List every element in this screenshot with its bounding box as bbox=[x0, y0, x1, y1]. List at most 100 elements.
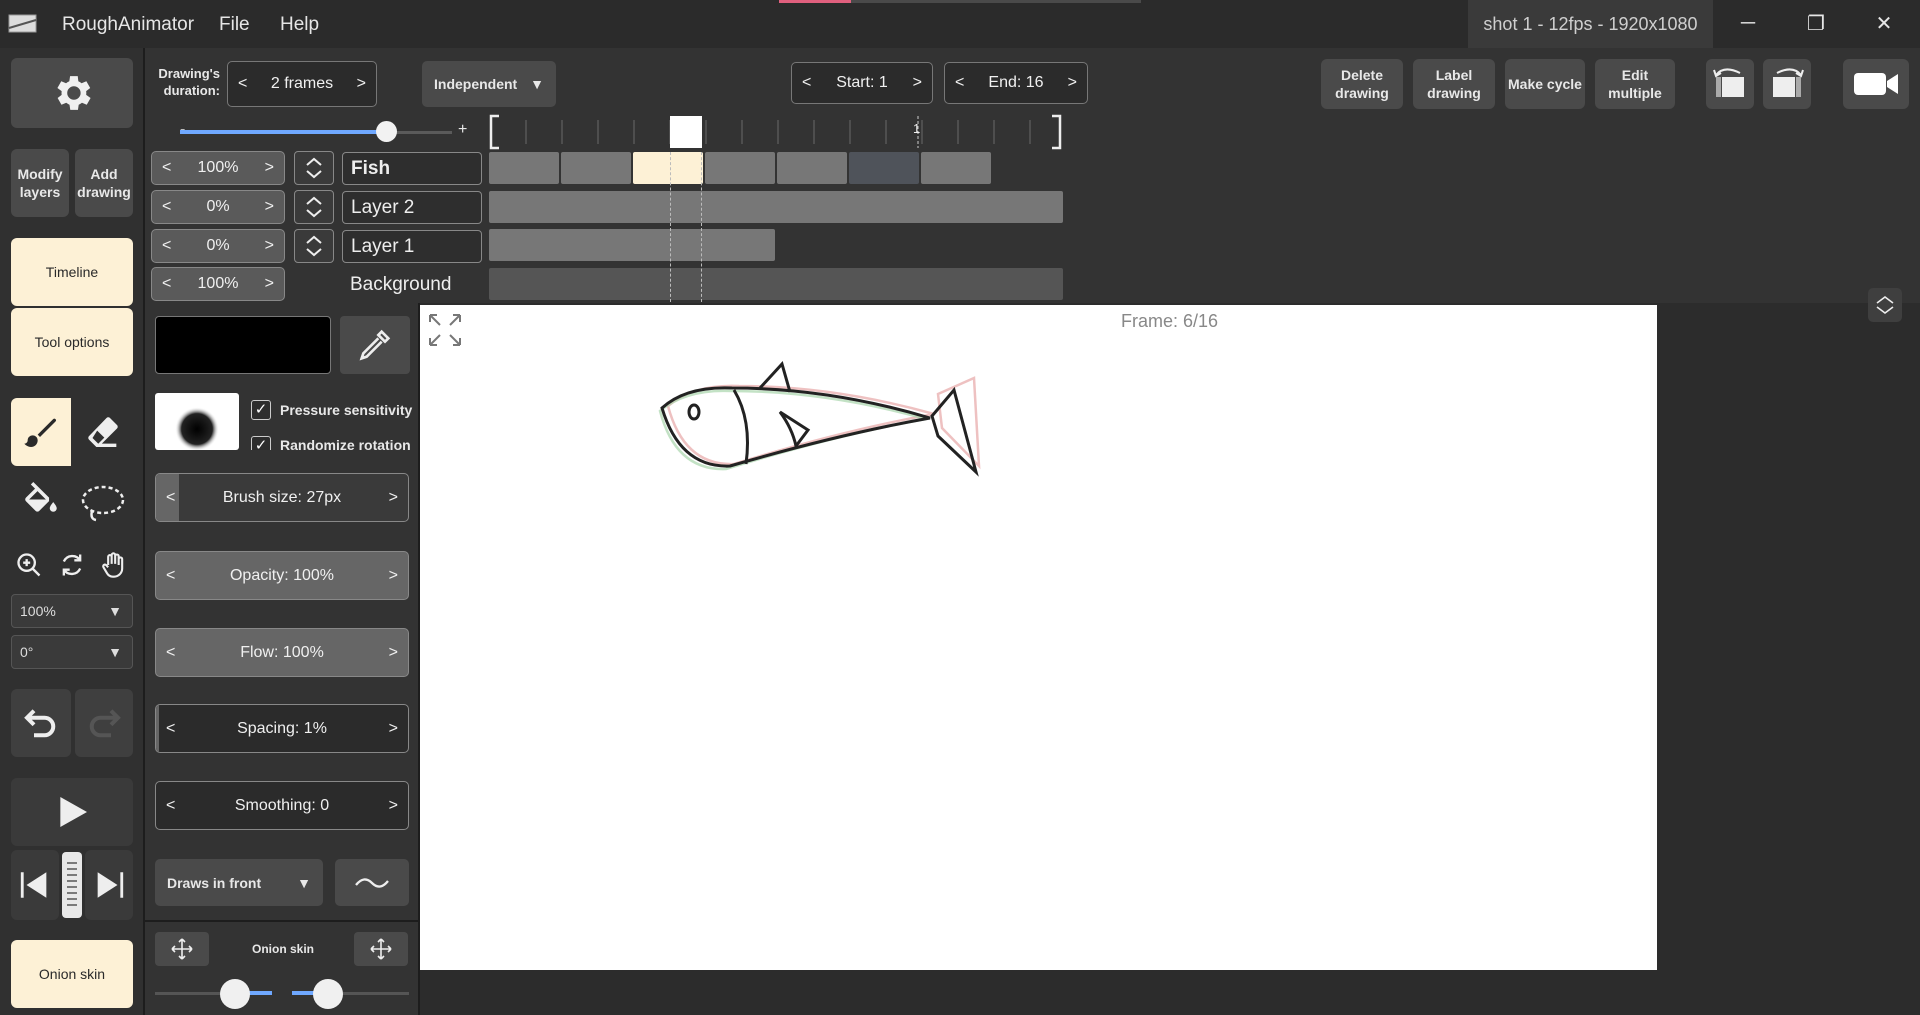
play-button[interactable] bbox=[11, 778, 133, 846]
end-stepper[interactable]: < End: 16 > bbox=[944, 62, 1088, 104]
duration-next[interactable]: > bbox=[357, 75, 366, 93]
maximize-button[interactable]: ❐ bbox=[1784, 0, 1848, 46]
pan-tool-button[interactable] bbox=[96, 543, 132, 587]
drawing-canvas[interactable] bbox=[420, 305, 1657, 970]
add-drawing-button[interactable]: Add drawing bbox=[75, 149, 133, 217]
duration-prev[interactable]: < bbox=[238, 75, 247, 93]
brush-size-prev[interactable]: < bbox=[166, 489, 175, 507]
close-button[interactable]: ✕ bbox=[1852, 0, 1916, 46]
duration-label: Drawing's duration: bbox=[158, 66, 220, 98]
label-drawing-button[interactable]: Label drawing bbox=[1413, 59, 1495, 109]
brush-tool-button[interactable] bbox=[11, 398, 71, 466]
prev-frame-button[interactable] bbox=[11, 850, 59, 920]
timeline-zoom-fill bbox=[180, 130, 386, 134]
end-prev[interactable]: < bbox=[955, 74, 964, 92]
zoom-tool-button[interactable] bbox=[11, 543, 47, 587]
layer-opacity-layer2[interactable]: <0% > bbox=[151, 190, 285, 224]
layer1-cell[interactable] bbox=[489, 229, 775, 261]
drawing-cell[interactable] bbox=[777, 152, 847, 184]
zoom-select[interactable]: 100% ▼ bbox=[11, 594, 133, 628]
eyedropper-button[interactable] bbox=[340, 316, 410, 374]
draw-order-select[interactable]: Draws in front ▼ bbox=[155, 859, 323, 906]
background-cell[interactable] bbox=[489, 268, 1063, 300]
layer2-cell[interactable] bbox=[489, 191, 1063, 223]
eraser-tool-button[interactable] bbox=[73, 398, 133, 466]
rotate-icon bbox=[62, 554, 82, 576]
tool-options-button[interactable]: Tool options bbox=[11, 308, 133, 376]
layer-opacity-fish[interactable]: <100% > bbox=[151, 151, 285, 185]
randomize-checkbox[interactable]: ✓ bbox=[251, 436, 271, 450]
layer-opacity-value: 0% bbox=[206, 198, 230, 215]
start-next[interactable]: > bbox=[913, 74, 922, 92]
layer-reorder-layer2[interactable] bbox=[294, 190, 334, 224]
reorder-icon bbox=[306, 196, 322, 218]
flip-left-button[interactable] bbox=[1706, 59, 1754, 109]
modify-layers-button[interactable]: Modify layers bbox=[11, 149, 69, 217]
onion-skin-button[interactable]: Onion skin bbox=[11, 940, 133, 1008]
frame-ruler[interactable] bbox=[488, 114, 1063, 150]
pressure-checkbox[interactable]: ✓ bbox=[251, 400, 271, 420]
move-icon bbox=[171, 938, 193, 960]
scrub-handle[interactable] bbox=[62, 852, 82, 918]
opacity-slider[interactable]: < Opacity: 100% > bbox=[155, 551, 409, 600]
minimize-button[interactable]: ─ bbox=[1716, 0, 1780, 46]
drawing-cell[interactable] bbox=[561, 152, 631, 184]
layer-opacity-background[interactable]: <100% > bbox=[151, 267, 285, 301]
next-frame-button[interactable] bbox=[85, 850, 133, 920]
menu-help[interactable]: Help bbox=[280, 14, 319, 36]
start-stepper[interactable]: < Start: 1 > bbox=[791, 62, 933, 104]
rotate-tool-button[interactable] bbox=[54, 543, 90, 587]
make-cycle-button[interactable]: Make cycle bbox=[1505, 59, 1585, 109]
settings-button[interactable] bbox=[11, 58, 133, 128]
brush-preview[interactable] bbox=[155, 393, 239, 450]
timeline-button[interactable]: Timeline bbox=[11, 238, 133, 306]
end-next[interactable]: > bbox=[1068, 74, 1077, 92]
fullscreen-toggle[interactable] bbox=[426, 311, 474, 359]
eraser-icon bbox=[88, 417, 118, 447]
lasso-tool-button[interactable] bbox=[73, 470, 133, 536]
layer-name-layer1[interactable]: Layer 1 bbox=[342, 230, 482, 263]
layer-reorder-layer1[interactable] bbox=[294, 229, 334, 263]
rotation-select[interactable]: 0° ▼ bbox=[11, 635, 133, 669]
camera-button[interactable] bbox=[1843, 59, 1909, 109]
drawing-cell[interactable] bbox=[849, 152, 919, 184]
flip-right-button[interactable] bbox=[1763, 59, 1811, 109]
edit-multiple-button[interactable]: Edit multiple bbox=[1595, 59, 1675, 109]
mode-select[interactable]: Independent ▼ bbox=[422, 61, 556, 107]
drawing-cell[interactable] bbox=[705, 152, 775, 184]
layer-name-background[interactable]: Background bbox=[342, 268, 482, 301]
onion-skin-label: Onion skin bbox=[252, 942, 315, 956]
menu-file[interactable]: File bbox=[219, 14, 250, 36]
timeline-zoom-plus[interactable]: + bbox=[458, 121, 467, 139]
flow-slider[interactable]: < Flow: 100% > bbox=[155, 628, 409, 677]
delete-drawing-button[interactable]: Delete drawing bbox=[1321, 59, 1403, 109]
collapse-timeline-button[interactable] bbox=[1868, 288, 1902, 322]
undo-button[interactable] bbox=[11, 689, 71, 757]
smoothing-slider[interactable]: < Smoothing: 0 > bbox=[155, 781, 409, 830]
brush-size-slider[interactable]: < Brush size: 27px > bbox=[155, 473, 409, 522]
stroke-style-button[interactable] bbox=[335, 859, 409, 906]
layer-opacity-layer1[interactable]: <0% > bbox=[151, 229, 285, 263]
drawing-cell-selected[interactable] bbox=[633, 152, 703, 184]
color-swatch[interactable] bbox=[155, 316, 331, 374]
drawing-cell[interactable] bbox=[921, 152, 991, 184]
layer-tracks[interactable] bbox=[489, 152, 1064, 304]
duration-stepper[interactable]: < 2 frames > bbox=[227, 61, 377, 107]
fill-tool-button[interactable] bbox=[11, 470, 71, 536]
redo-button[interactable] bbox=[75, 689, 133, 757]
drawing-cell[interactable] bbox=[489, 152, 559, 184]
zoom-value: 100% bbox=[20, 603, 56, 619]
opacity-value: Opacity: 100% bbox=[229, 566, 335, 584]
onion-before-handle[interactable] bbox=[220, 979, 250, 1009]
onion-after-handle[interactable] bbox=[313, 979, 343, 1009]
start-prev[interactable]: < bbox=[802, 74, 811, 92]
dropdown-arrow-icon: ▼ bbox=[297, 874, 311, 891]
layer-reorder-fish[interactable] bbox=[294, 151, 334, 185]
layer-name-fish[interactable]: Fish bbox=[342, 152, 482, 185]
layer-name-layer2[interactable]: Layer 2 bbox=[342, 191, 482, 224]
onion-move-right-button[interactable] bbox=[354, 932, 408, 966]
brush-size-next[interactable]: > bbox=[389, 489, 398, 507]
timeline-zoom-handle[interactable] bbox=[376, 121, 397, 142]
onion-move-left-button[interactable] bbox=[155, 932, 209, 966]
spacing-slider[interactable]: < Spacing: 1% > bbox=[155, 704, 409, 753]
